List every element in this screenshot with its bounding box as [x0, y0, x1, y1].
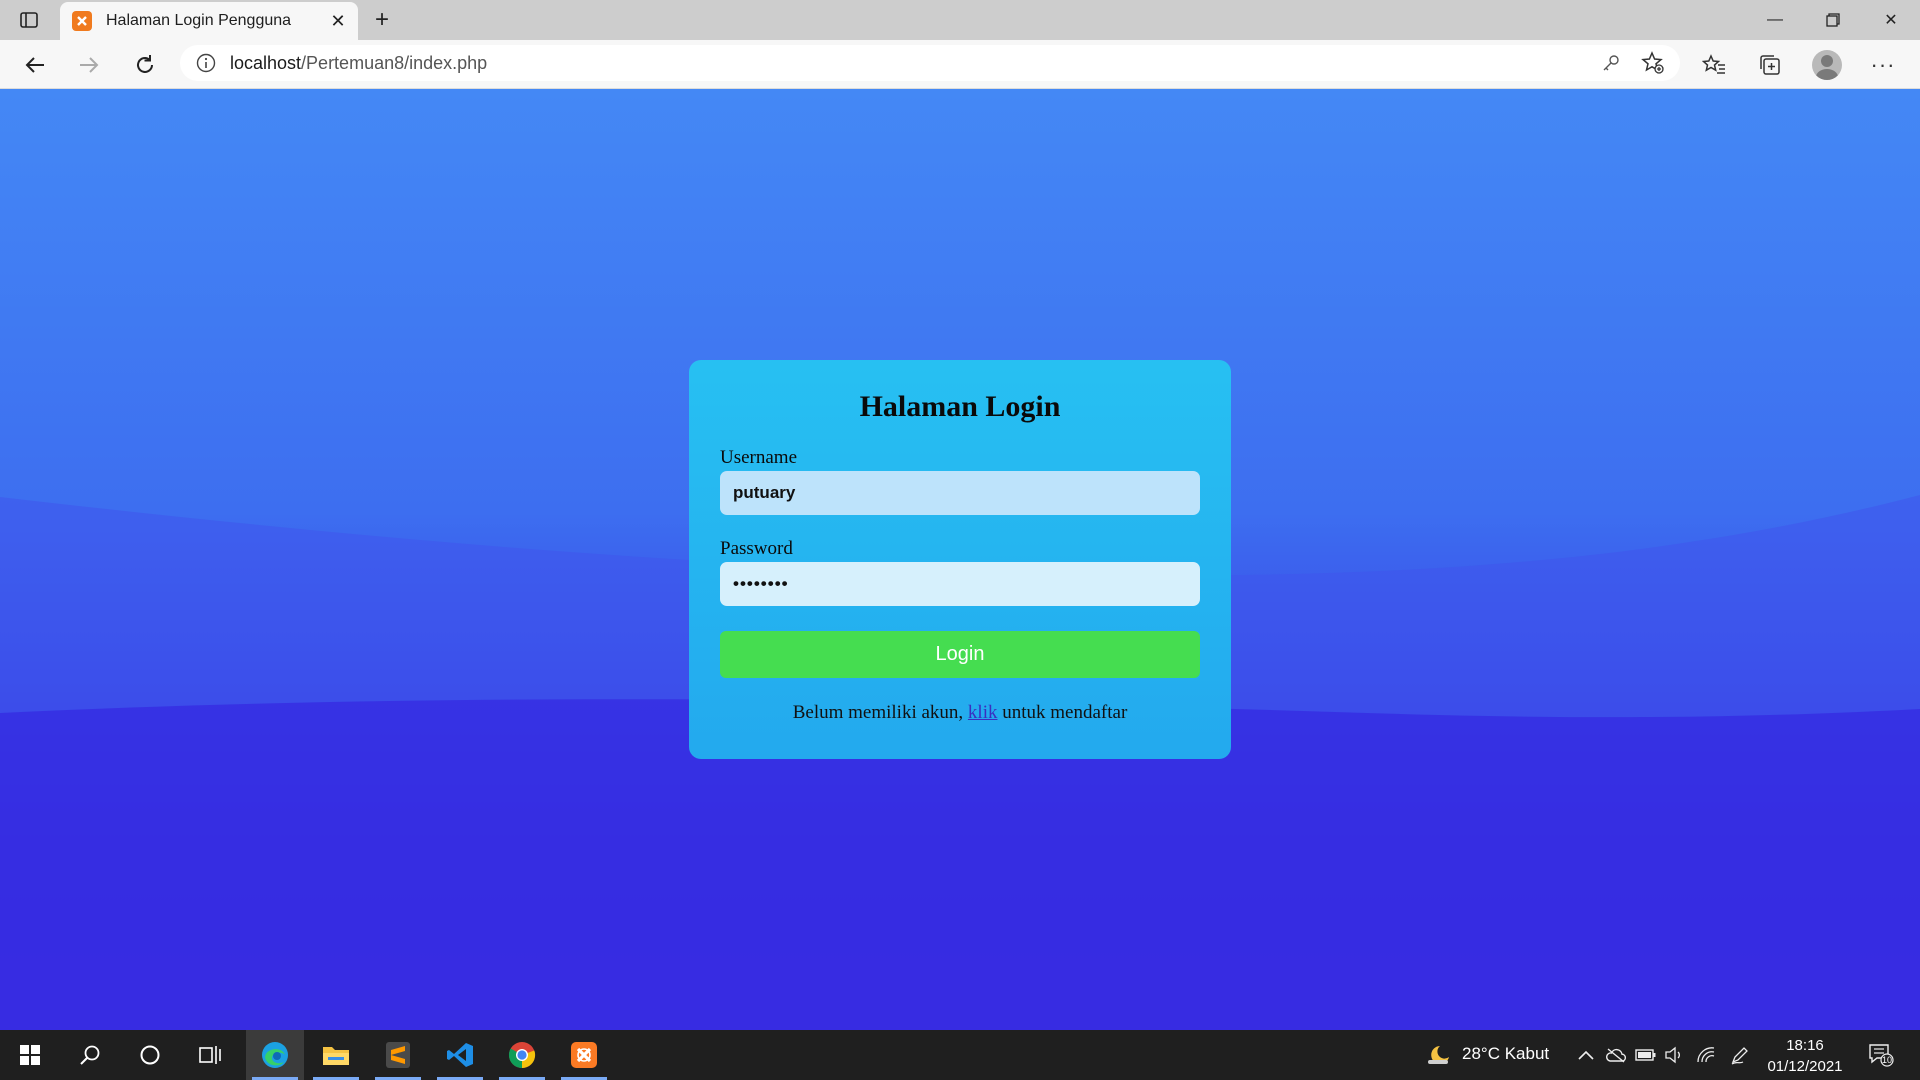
back-icon[interactable] — [18, 48, 52, 82]
battery-icon[interactable] — [1634, 1043, 1658, 1067]
volume-icon[interactable] — [1662, 1043, 1686, 1067]
file-explorer-icon[interactable] — [307, 1030, 365, 1080]
clock-time: 18:16 — [1786, 1037, 1824, 1054]
restore-icon[interactable] — [1804, 0, 1862, 40]
settings-more-icon[interactable]: ··· — [1866, 48, 1900, 82]
pen-icon[interactable] — [1728, 1043, 1752, 1067]
chevron-up-icon[interactable] — [1574, 1043, 1598, 1067]
password-label: Password — [720, 538, 793, 559]
windows-start-icon[interactable] — [2, 1030, 58, 1080]
xampp-icon[interactable] — [555, 1030, 613, 1080]
notification-count: 10 — [1882, 1055, 1893, 1065]
address-bar[interactable]: localhost/Pertemuan8/index.php — [180, 45, 1680, 81]
xampp-favicon-icon — [72, 11, 92, 31]
register-link[interactable]: klik — [968, 702, 998, 723]
notification-center-icon[interactable]: 10 — [1866, 1043, 1896, 1067]
profile-avatar[interactable] — [1812, 50, 1842, 80]
password-key-icon[interactable] — [1596, 48, 1626, 78]
tab-actions-icon[interactable] — [14, 8, 44, 32]
register-prompt-before: Belum memiliki akun, — [792, 702, 968, 723]
edge-icon[interactable] — [246, 1030, 304, 1080]
url-path: /Pertemuan8/index.php — [301, 52, 488, 73]
site-info-icon[interactable] — [196, 53, 216, 73]
favorites-icon[interactable] — [1697, 48, 1731, 82]
collections-icon[interactable] — [1753, 48, 1787, 82]
login-card: Halaman Login Username putuary Password … — [689, 360, 1231, 759]
url-text[interactable]: localhost/Pertemuan8/index.php — [230, 53, 1596, 74]
network-icon[interactable] — [1694, 1043, 1718, 1067]
page-viewport: Halaman Login Username putuary Password … — [0, 89, 1920, 1030]
tab-bar: Halaman Login Pengguna ✕ + — ✕ — [0, 0, 1920, 40]
url-host: localhost — [230, 52, 302, 73]
refresh-icon[interactable] — [128, 48, 162, 82]
taskbar: 28°C Kabut 18:16 01/12/2021 10 — [0, 1030, 1920, 1080]
search-icon[interactable] — [62, 1030, 118, 1080]
register-prompt: Belum memiliki akun, klik untuk mendafta… — [720, 702, 1200, 724]
browser-tab[interactable]: Halaman Login Pengguna ✕ — [60, 2, 358, 40]
login-button[interactable]: Login — [720, 631, 1200, 678]
vscode-icon[interactable] — [431, 1030, 489, 1080]
username-input[interactable]: putuary — [720, 471, 1200, 515]
new-tab-icon[interactable]: + — [368, 6, 396, 34]
username-label: Username — [720, 447, 798, 468]
chrome-icon[interactable] — [493, 1030, 551, 1080]
taskbar-clock[interactable]: 18:16 01/12/2021 — [1764, 1035, 1846, 1077]
register-prompt-after: untuk mendaftar — [997, 702, 1128, 723]
forward-icon[interactable] — [72, 48, 106, 82]
browser-toolbar: localhost/Pertemuan8/index.php ··· — [0, 40, 1920, 89]
clock-date: 01/12/2021 — [1767, 1058, 1843, 1075]
weather-text[interactable]: 28°C Kabut — [1462, 1044, 1549, 1064]
add-favorite-icon[interactable] — [1638, 48, 1668, 78]
task-view-icon[interactable] — [182, 1030, 238, 1080]
onedrive-icon[interactable] — [1604, 1043, 1628, 1067]
tab-title: Halaman Login Pengguna — [106, 12, 292, 29]
tab-close-icon[interactable]: ✕ — [328, 11, 348, 31]
weather-moon-icon[interactable] — [1425, 1043, 1453, 1067]
minimize-icon[interactable]: — — [1746, 0, 1804, 40]
close-window-icon[interactable]: ✕ — [1862, 0, 1920, 40]
sublime-text-icon[interactable] — [369, 1030, 427, 1080]
page-title: Halaman Login — [859, 390, 1061, 423]
password-input[interactable]: •••••••• — [720, 562, 1200, 606]
cortana-icon[interactable] — [122, 1030, 178, 1080]
